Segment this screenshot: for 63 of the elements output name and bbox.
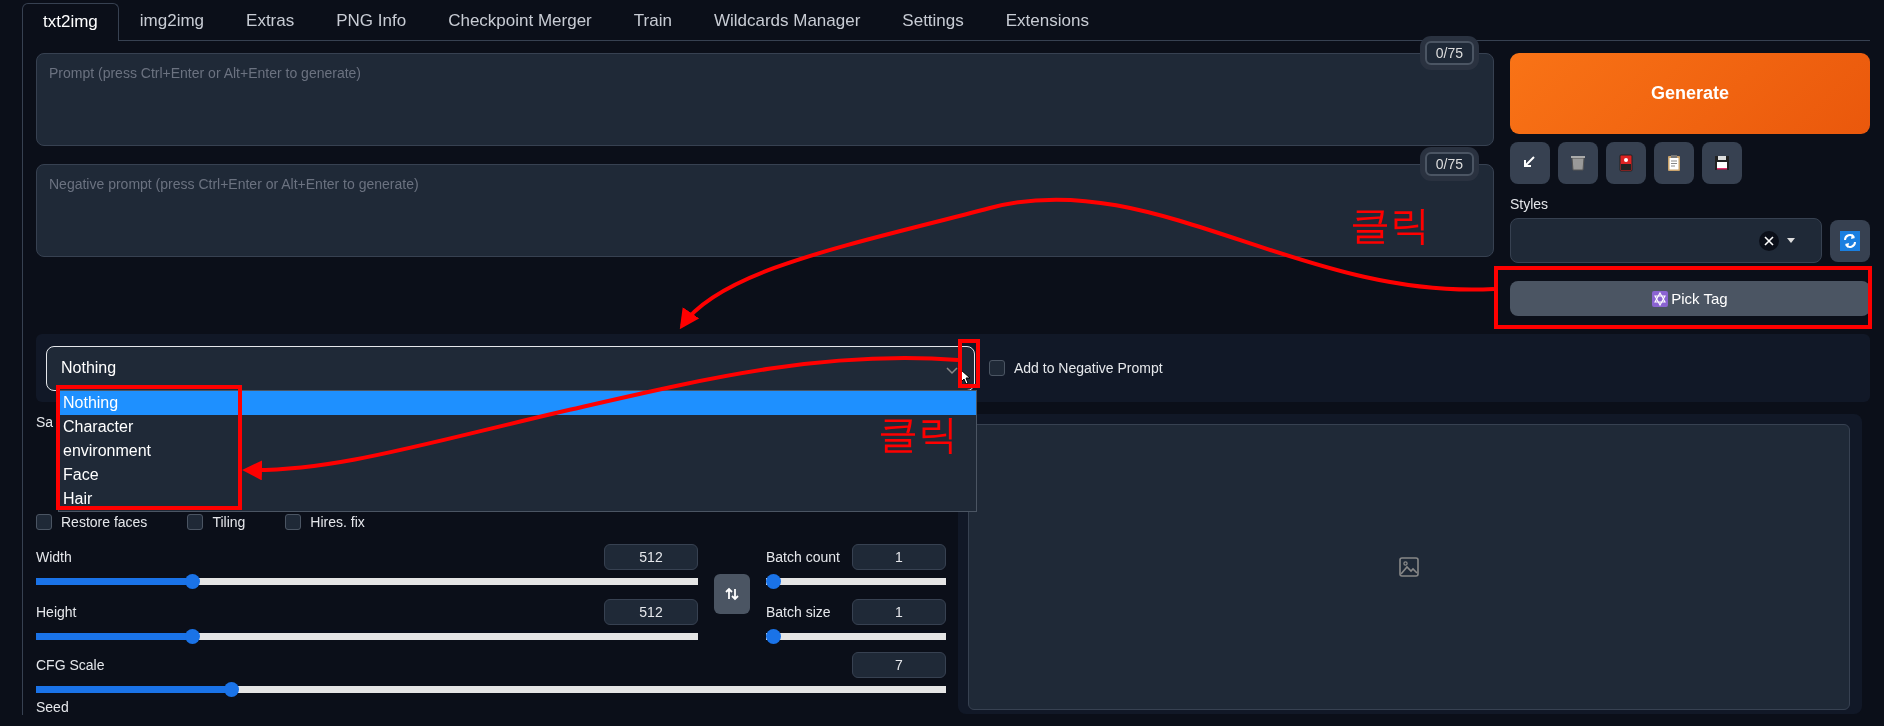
- placeholder-text: Negative prompt (press Ctrl+Enter or Alt+Enter to generate): [49, 176, 419, 192]
- slider-label: Batch count: [766, 549, 840, 565]
- cursor-icon: [960, 368, 970, 385]
- clear-icon[interactable]: [1759, 230, 1779, 251]
- trash-icon: [1568, 153, 1588, 173]
- swap-arrows-icon: [725, 587, 739, 601]
- image-icon: [1399, 557, 1419, 577]
- tab[interactable]: Extensions: [984, 2, 1110, 40]
- tab[interactable]: img2img: [118, 2, 226, 40]
- hexagram-icon: [1652, 290, 1669, 307]
- slider-thumb[interactable]: [766, 629, 781, 644]
- number-field[interactable]: 512: [604, 544, 698, 570]
- tab[interactable]: PNG Info: [315, 2, 428, 40]
- checkbox-label: Hires. fix: [310, 514, 365, 530]
- caret-icon: [1787, 238, 1795, 243]
- dropdown-option[interactable]: environment: [59, 439, 156, 463]
- annotation-box: [958, 339, 980, 388]
- tab[interactable]: Extras: [225, 2, 316, 40]
- dropdown-option[interactable]: Hair: [59, 487, 97, 511]
- refresh-icon: [1840, 231, 1860, 251]
- checkbox[interactable]: [989, 360, 1005, 376]
- checkbox[interactable]: [285, 514, 302, 530]
- tool-button[interactable]: [1510, 142, 1550, 184]
- tab[interactable]: txt2img: [22, 3, 119, 41]
- checkbox-label: Restore faces: [61, 514, 148, 530]
- tab[interactable]: Train: [612, 2, 693, 40]
- slider-label: Height: [36, 604, 77, 620]
- refresh-button[interactable]: [1830, 220, 1870, 262]
- slider-thumb[interactable]: [184, 629, 200, 644]
- tool-button[interactable]: [1558, 142, 1598, 184]
- annotation-text: 클릭: [878, 414, 958, 454]
- number-field[interactable]: 1: [852, 544, 946, 570]
- slider-label: CFG Scale: [36, 657, 105, 673]
- tab[interactable]: Checkpoint Merger: [427, 2, 613, 40]
- picture-card-icon: [1616, 153, 1636, 173]
- tool-button[interactable]: [1702, 142, 1742, 184]
- tool-button[interactable]: [1654, 142, 1694, 184]
- tag-dropdown[interactable]: Nothing: [46, 345, 975, 391]
- styles-label: Styles: [1510, 196, 1549, 212]
- slider-thumb[interactable]: [766, 574, 781, 589]
- slider-label: Width: [36, 549, 72, 565]
- pick-tag-button[interactable]: Pick Tag: [1510, 281, 1870, 316]
- seed-label: Seed: [36, 699, 69, 715]
- chevron-icon: [946, 366, 958, 375]
- checkbox[interactable]: [187, 514, 204, 530]
- tab[interactable]: Wildcards Manager: [692, 2, 882, 40]
- selected-value: Nothing: [61, 359, 117, 377]
- slider-thumb[interactable]: [184, 574, 200, 589]
- sampling-label: Sa: [36, 414, 54, 430]
- annotation-text: 클릭: [1350, 205, 1430, 245]
- swap-button[interactable]: [714, 574, 750, 614]
- checkbox-label: Add to Negative Prompt: [1014, 360, 1163, 376]
- checkbox[interactable]: [36, 514, 52, 530]
- checkbox-label: Tiling: [212, 514, 246, 530]
- dropdown-option[interactable]: Face: [59, 463, 103, 487]
- number-field[interactable]: 512: [604, 599, 698, 625]
- number-field[interactable]: 7: [852, 652, 946, 678]
- number-field[interactable]: 1: [852, 599, 946, 625]
- slider-label: Batch size: [766, 604, 831, 620]
- slider-thumb[interactable]: [223, 682, 239, 697]
- placeholder-text: Prompt (press Ctrl+Enter or Alt+Enter to generate): [49, 65, 362, 81]
- tab[interactable]: Settings: [881, 2, 985, 40]
- dropdown-option[interactable]: Character: [59, 415, 138, 439]
